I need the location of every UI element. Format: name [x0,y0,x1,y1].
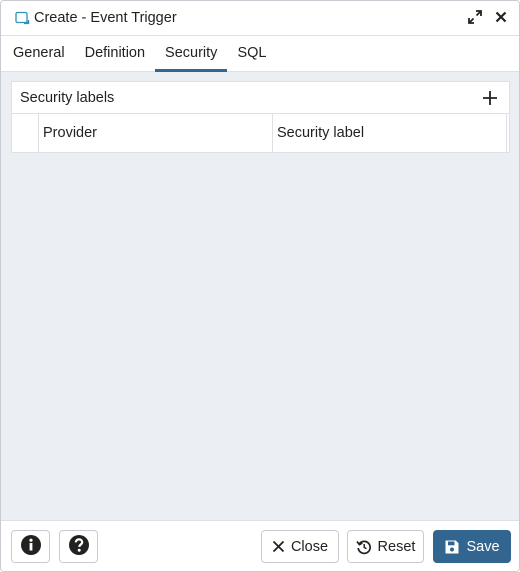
help-icon [68,534,90,560]
reset-button-label: Reset [377,538,416,555]
create-event-trigger-dialog: Create - Event Trigger General Definitio… [0,0,520,572]
help-button[interactable] [59,530,98,563]
event-trigger-icon [15,11,30,26]
info-button[interactable] [11,530,50,563]
security-labels-grid-header: Provider Security label [12,114,509,152]
tab-general[interactable]: General [3,36,75,72]
save-button-label: Save [466,538,500,555]
security-label-column-header[interactable]: Security label [273,114,507,152]
row-selector-column [12,114,39,152]
security-labels-title: Security labels [20,89,115,106]
close-button[interactable]: Close [261,530,339,563]
x-icon [272,540,285,553]
dialog-footer: Close Reset Save [1,520,519,571]
provider-column-header[interactable]: Provider [39,114,273,152]
close-button-label: Close [290,538,329,555]
dialog-tabs: General Definition Security SQL [1,36,519,72]
reset-icon [355,539,372,555]
security-labels-header: Security labels [12,82,509,114]
info-icon [20,534,42,560]
tab-sql[interactable]: SQL [227,36,276,72]
close-icon[interactable] [493,9,509,25]
tab-definition[interactable]: Definition [75,36,155,72]
dialog-titlebar[interactable]: Create - Event Trigger [1,1,519,36]
tab-security[interactable]: Security [155,36,228,72]
save-button[interactable]: Save [433,530,511,563]
security-tab-content: Security labels Provider Security label [1,72,519,520]
security-labels-panel: Security labels Provider Security label [11,81,510,153]
maximize-icon[interactable] [467,9,483,25]
plus-icon[interactable] [481,89,499,107]
dialog-title: Create - Event Trigger [34,10,177,26]
reset-button[interactable]: Reset [347,530,424,563]
save-icon [444,539,460,555]
